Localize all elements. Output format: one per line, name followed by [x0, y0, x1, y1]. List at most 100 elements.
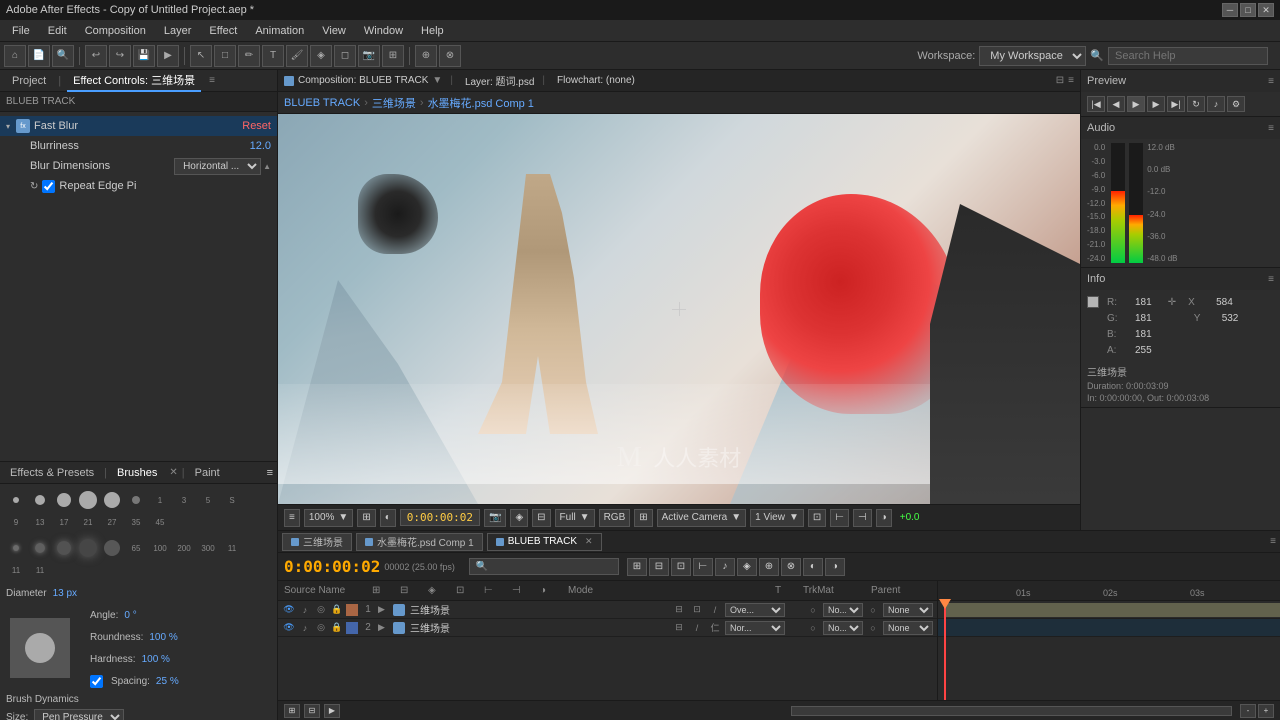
tool-select[interactable]: ↖	[190, 45, 212, 67]
tool-text[interactable]: T	[262, 45, 284, 67]
ec-breadcrumb-track[interactable]: BLUEB TRACK	[6, 96, 75, 107]
layer2-parent[interactable]: None	[883, 621, 933, 635]
tl-btn-8[interactable]: ⊗	[781, 558, 801, 576]
tool-camera[interactable]: 📷	[358, 45, 380, 67]
layer2-btn2[interactable]: /	[689, 623, 705, 633]
layer1-parent[interactable]: None	[883, 603, 933, 617]
tl-menu[interactable]: ≡	[1270, 536, 1276, 547]
menu-edit[interactable]: Edit	[40, 23, 75, 39]
tool-render[interactable]: ▶	[157, 45, 179, 67]
ec-blurriness-value[interactable]: 12.0	[250, 140, 271, 152]
layer2-btn1[interactable]: ⊟	[671, 622, 687, 633]
tool-search[interactable]: 🔍	[52, 45, 74, 67]
brush-17[interactable]: 45	[150, 512, 170, 532]
brush-val-11a[interactable]: 11	[222, 538, 242, 558]
prev-loop[interactable]: ↻	[1187, 96, 1205, 112]
brush-9[interactable]: 5	[198, 490, 218, 510]
tl-btn-5[interactable]: ♪	[715, 558, 735, 576]
tl-search-input[interactable]	[469, 558, 619, 575]
ec-reset-button[interactable]: Reset	[242, 120, 271, 132]
layer2-label[interactable]	[346, 622, 358, 634]
viewer-extra3[interactable]: ⊣	[853, 509, 872, 527]
layer1-lock[interactable]: 🔒	[330, 603, 344, 617]
tool-stamp[interactable]: ◈	[310, 45, 332, 67]
viewer-extra4[interactable]: ◑	[876, 509, 892, 527]
layer1-btn-oval[interactable]: ○	[805, 605, 821, 615]
tool-extra2[interactable]: ⊗	[439, 45, 461, 67]
preview-menu[interactable]: ≡	[1268, 76, 1274, 87]
layer2-mode[interactable]: Nor...	[725, 621, 785, 635]
tl-keyframe-row-2[interactable]	[938, 619, 1280, 637]
tab-effect-controls[interactable]: Effect Controls: 三维场景	[67, 70, 201, 92]
viewer-rgb[interactable]: RGB	[599, 509, 631, 527]
tl-tab-blueb[interactable]: BLUEB TRACK ✕	[487, 533, 602, 551]
brush-val-200[interactable]: 200	[174, 538, 194, 558]
ec-repeat-edge-checkbox[interactable]	[42, 180, 55, 193]
close-button[interactable]: ✕	[1258, 3, 1274, 17]
tl-zoom-out[interactable]: -	[1240, 704, 1256, 718]
tl-tab-shuimo[interactable]: 水墨梅花.psd Comp 1	[356, 533, 483, 551]
layer2-lock[interactable]: 🔒	[330, 621, 344, 635]
viewer-grid2[interactable]: ⊞	[634, 509, 652, 527]
tl-footer-btn1[interactable]: ⊞	[284, 704, 300, 718]
layer1-btn1[interactable]: ⊟	[671, 604, 687, 615]
brush-soft-3[interactable]	[54, 538, 74, 558]
brush-7[interactable]: 1	[150, 490, 170, 510]
angle-value[interactable]: 0 °	[124, 610, 136, 621]
viewer-cam[interactable]: 📷	[484, 509, 506, 527]
brush-6[interactable]	[126, 490, 146, 510]
layer2-vis[interactable]: 👁	[282, 621, 296, 635]
brush-13[interactable]: 17	[54, 512, 74, 532]
tl-tab-blueb-close[interactable]: ✕	[585, 536, 593, 547]
menu-window[interactable]: Window	[356, 23, 411, 39]
brush-5[interactable]	[102, 490, 122, 510]
layer1-trkmat[interactable]: No...	[823, 603, 863, 617]
tl-zoom-in[interactable]: +	[1258, 704, 1274, 718]
viewer-alpha[interactable]: ◐	[380, 509, 396, 527]
tool-home[interactable]: ⌂	[4, 45, 26, 67]
layer1-parent-btn[interactable]: ○	[865, 605, 881, 615]
tool-extra1[interactable]: ⊕	[415, 45, 437, 67]
search-input[interactable]	[1108, 47, 1268, 65]
layer2-trkmat[interactable]: No...	[823, 621, 863, 635]
tl-btn-2[interactable]: ⊟	[649, 558, 669, 576]
tl-btn-10[interactable]: ◑	[825, 558, 845, 576]
brush-2[interactable]	[30, 490, 50, 510]
spacing-value[interactable]: 25 %	[156, 676, 179, 687]
layer1-btn3[interactable]: /	[707, 605, 723, 615]
viewer-extra1[interactable]: ⊡	[808, 509, 826, 527]
tool-rect[interactable]: □	[214, 45, 236, 67]
comp-chevron[interactable]: ▼	[432, 75, 442, 86]
layer1-name[interactable]: 三维场景	[410, 602, 669, 617]
layer1-label[interactable]	[346, 604, 358, 616]
menu-view[interactable]: View	[314, 23, 354, 39]
tab-effects-presets[interactable]: Effects & Presets	[4, 465, 100, 481]
tl-tab-3d[interactable]: 三维场景	[282, 533, 352, 551]
brush-val-11c[interactable]: 11	[30, 560, 50, 580]
tool-brush[interactable]: 🖌	[286, 45, 308, 67]
prev-fwd-frame[interactable]: ▶	[1147, 96, 1165, 112]
breadcrumb-shuimo[interactable]: 水墨梅花.psd Comp 1	[428, 95, 534, 111]
tl-btn-6[interactable]: ◈	[737, 558, 757, 576]
brush-val-300[interactable]: 300	[198, 538, 218, 558]
tl-footer-btn3[interactable]: ▶	[324, 704, 340, 718]
breadcrumb-3d[interactable]: 三维场景	[372, 95, 416, 111]
menu-composition[interactable]: Composition	[77, 23, 154, 39]
zoom-dropdown[interactable]: 100% ▼	[304, 509, 353, 527]
minimize-button[interactable]: ─	[1222, 3, 1238, 17]
menu-effect[interactable]: Effect	[201, 23, 245, 39]
brush-soft-5[interactable]	[102, 538, 122, 558]
ec-expand-arrow[interactable]: ▾	[6, 122, 16, 131]
tool-new[interactable]: 📄	[28, 45, 50, 67]
brush-3[interactable]	[54, 490, 74, 510]
tl-scrollbar[interactable]	[791, 706, 1232, 716]
ep-menu[interactable]: ≡	[267, 467, 273, 479]
breadcrumb-blueb[interactable]: BLUEB TRACK	[284, 97, 360, 109]
tl-footer-btn2[interactable]: ⊟	[304, 704, 320, 718]
roundness-value[interactable]: 100 %	[149, 632, 177, 643]
prev-settings[interactable]: ⚙	[1227, 96, 1245, 112]
tl-keyframe-row-1[interactable]	[938, 601, 1280, 619]
brush-soft-2[interactable]	[30, 538, 50, 558]
layer2-btn-oval[interactable]: ○	[805, 623, 821, 633]
workspace-dropdown[interactable]: My Workspace	[979, 46, 1086, 66]
